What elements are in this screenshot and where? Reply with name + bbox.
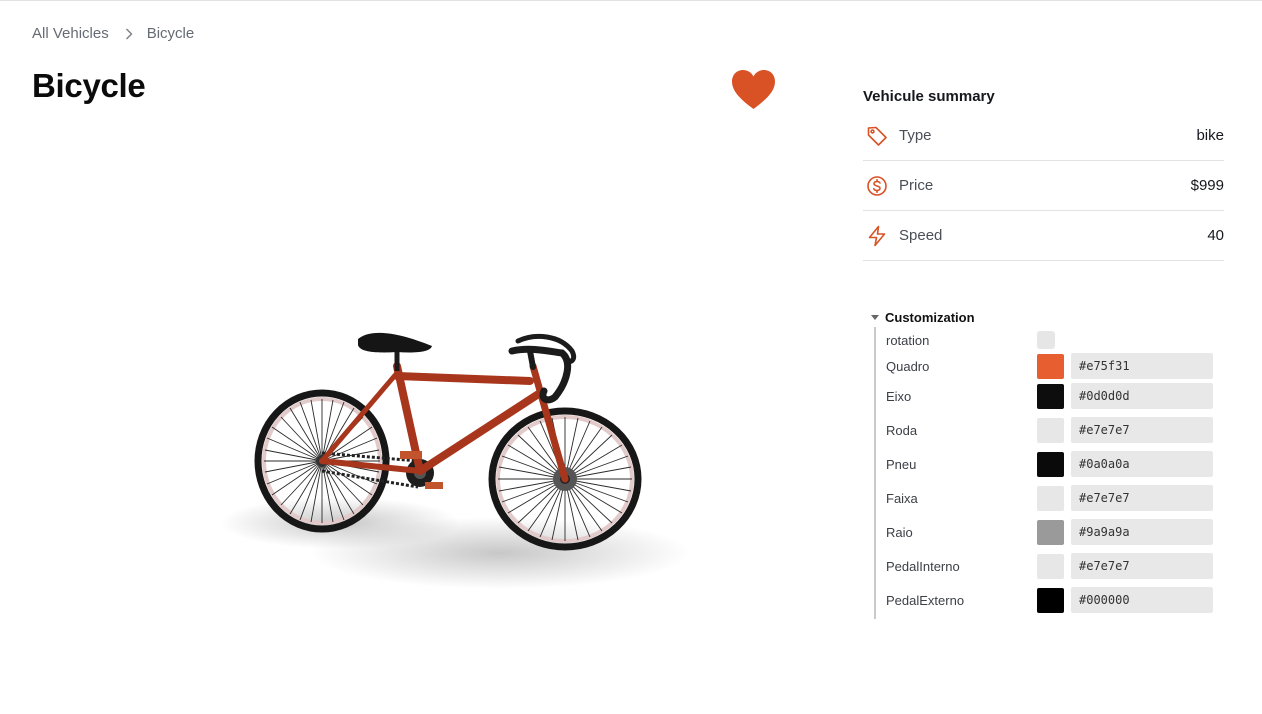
breadcrumb-current: Bicycle [146, 25, 195, 42]
summary-row-type: Type bike [863, 111, 1224, 161]
color-swatch[interactable] [1037, 451, 1064, 477]
color-hex-input[interactable] [1071, 485, 1213, 511]
control-raio: Raio [876, 515, 1215, 549]
control-eixo: Eixo [876, 379, 1215, 413]
color-swatch[interactable] [1037, 587, 1064, 613]
color-hex-input[interactable] [1071, 519, 1213, 545]
color-swatch[interactable] [1037, 353, 1064, 379]
breadcrumb-all-vehicles-link[interactable]: All Vehicles [32, 25, 109, 42]
dollar-circle-icon [864, 173, 890, 199]
heart-icon [732, 70, 775, 109]
control-label: Faixa [886, 490, 918, 506]
control-label: Quadro [886, 358, 930, 374]
control-label: PedalExterno [886, 592, 965, 608]
summary-label-type: Type [899, 127, 932, 144]
control-label: Roda [886, 422, 918, 438]
summary-label-price: Price [899, 177, 934, 194]
vehicle-summary-panel: Vehicule summary Type bike Price $999 Sp… [863, 87, 1224, 261]
color-swatch[interactable] [1037, 383, 1064, 409]
summary-label-speed: Speed [899, 227, 943, 244]
page-title: Bicycle [32, 67, 146, 104]
control-rotation: rotation [876, 327, 1215, 353]
color-hex-input[interactable] [1071, 417, 1213, 443]
summary-heading: Vehicule summary [863, 88, 995, 105]
tag-icon [864, 123, 890, 149]
control-pneu: Pneu [876, 447, 1215, 481]
customization-panel: Customization rotation Quadro Eixo Roda Pne… [870, 307, 1215, 619]
control-label: Eixo [886, 388, 912, 404]
customization-title: Customization [885, 309, 975, 325]
chevron-right-icon [125, 28, 133, 40]
control-quadro: Quadro [876, 353, 1215, 379]
customization-toggle[interactable]: Customization [870, 307, 1215, 327]
bicycle-model [220, 332, 690, 589]
control-label: PedalInterno [886, 558, 960, 574]
color-swatch[interactable] [1037, 519, 1064, 545]
color-hex-input[interactable] [1071, 383, 1213, 409]
summary-row-speed: Speed 40 [863, 211, 1224, 261]
summary-value-type: bike [1196, 127, 1224, 144]
control-pedalinterno: PedalInterno [876, 549, 1215, 583]
customization-fields: rotation Quadro Eixo Roda Pneu Faixa Raio Peda… [874, 327, 1215, 619]
control-label: rotation [886, 332, 930, 348]
color-hex-input[interactable] [1071, 353, 1213, 379]
control-faixa: Faixa [876, 481, 1215, 515]
color-hex-input[interactable] [1071, 451, 1213, 477]
summary-value-price: $999 [1190, 177, 1224, 194]
control-label: Pneu [886, 456, 917, 472]
control-pedalexterno: PedalExterno [876, 583, 1215, 617]
color-hex-input[interactable] [1071, 587, 1213, 613]
control-label: Raio [886, 524, 913, 540]
rotation-checkbox[interactable] [1037, 331, 1055, 349]
color-swatch[interactable] [1037, 553, 1064, 579]
bicycle-3d-viewer[interactable] [200, 301, 690, 611]
control-roda: Roda [876, 413, 1215, 447]
bicycle-handlebar [508, 333, 577, 404]
bicycle-seat [358, 332, 432, 371]
caret-down-icon [871, 314, 879, 320]
favorite-button[interactable] [731, 69, 776, 110]
summary-row-price: Price $999 [863, 161, 1224, 211]
summary-value-speed: 40 [1207, 227, 1224, 244]
color-swatch[interactable] [1037, 417, 1064, 443]
color-swatch[interactable] [1037, 485, 1064, 511]
breadcrumb: All Vehicles Bicycle [32, 25, 194, 42]
color-hex-input[interactable] [1071, 553, 1213, 579]
lightning-icon [864, 223, 890, 249]
